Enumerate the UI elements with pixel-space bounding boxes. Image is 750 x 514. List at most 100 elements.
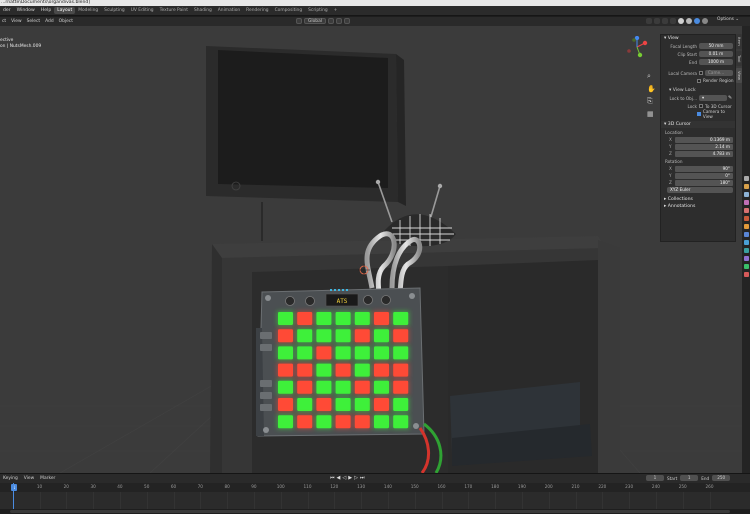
menu-window[interactable]: Window	[14, 8, 38, 13]
workspace-tab-scripting[interactable]: Scripting	[305, 7, 331, 14]
add-menu[interactable]: Add	[43, 19, 56, 24]
options-button[interactable]: Options ⌄	[715, 17, 741, 22]
render-properties-icon[interactable]	[743, 184, 749, 189]
gizmo-neg-y-icon[interactable]	[632, 38, 636, 42]
ruler-tick-label: 250	[678, 484, 687, 489]
pivot-point-icon[interactable]	[328, 18, 335, 24]
timeline-keying-menu[interactable]: Keying	[0, 476, 21, 481]
rotation-mode-dropdown[interactable]: XYZ Euler	[667, 187, 733, 193]
camera-to-view-row[interactable]: Camera to View	[661, 109, 735, 119]
render-region-row[interactable]: Render Region	[661, 77, 735, 84]
to-3d-cursor-checkbox[interactable]	[699, 104, 703, 108]
menu-file[interactable]: der	[0, 8, 14, 13]
transform-orientation-dropdown[interactable]: Global	[304, 18, 327, 24]
object-properties-icon[interactable]	[743, 224, 749, 229]
cursor-location-z-field[interactable]: 4.783 m	[675, 150, 733, 157]
clip-end-field[interactable]: 1000 m	[699, 59, 733, 65]
play-reverse-icon[interactable]: ◁	[342, 475, 346, 481]
pan-hand-icon[interactable]: ✋	[647, 85, 656, 93]
timeline-ruler[interactable]: 1102030405060708090100110120130140150160…	[0, 483, 750, 492]
workspace-tab-texture-paint[interactable]: Texture Paint	[157, 7, 191, 14]
clip-start-field[interactable]: 0.01 m	[699, 51, 733, 57]
output-properties-icon[interactable]	[743, 192, 749, 197]
workspace-tab-sculpting[interactable]: Sculpting	[101, 7, 128, 14]
view-menu[interactable]: View	[9, 19, 23, 24]
timeline-scrollbar-thumb[interactable]	[10, 510, 730, 513]
cursor-location-x-field[interactable]: 0.1369 m	[675, 136, 733, 143]
gizmo-toggle-icon[interactable]	[654, 18, 660, 24]
focal-length-field[interactable]: 50 mm	[699, 43, 733, 49]
timeline-scrollbar[interactable]	[0, 509, 750, 514]
jump-start-icon[interactable]: ⏮	[330, 475, 335, 481]
add-workspace-button[interactable]: +	[331, 7, 341, 14]
ruler-tick-label: 210	[571, 484, 580, 489]
shading-solid-icon[interactable]	[686, 18, 692, 24]
particles-properties-icon[interactable]	[743, 240, 749, 245]
render-region-checkbox[interactable]	[697, 78, 701, 83]
scene-properties-icon[interactable]	[743, 208, 749, 213]
collections-section-header[interactable]: ▸ Collections	[661, 196, 735, 203]
modifier-properties-icon[interactable]	[743, 232, 749, 237]
timeline-view-menu[interactable]: View	[21, 476, 37, 481]
current-frame-field[interactable]: 1	[646, 475, 664, 481]
jump-end-icon[interactable]: ⏭	[360, 475, 365, 481]
menu-help[interactable]: Help	[38, 8, 54, 13]
workspace-tab-rendering[interactable]: Rendering	[243, 7, 271, 14]
local-camera-checkbox[interactable]	[699, 71, 703, 75]
shading-rendered-icon[interactable]	[702, 18, 708, 24]
start-frame-field[interactable]: 1	[680, 475, 699, 481]
cursor-rotation-z-field[interactable]: 180°	[675, 179, 733, 186]
workspace-tab-shading[interactable]: Shading	[191, 7, 215, 14]
eyedropper-icon[interactable]: ✎	[727, 95, 733, 101]
prev-keyframe-icon[interactable]: ◀	[337, 475, 341, 481]
play-icon[interactable]: ▶	[348, 475, 352, 481]
data-properties-icon[interactable]	[743, 264, 749, 269]
timeline-marker-menu[interactable]: Marker	[37, 476, 58, 481]
zoom-icon[interactable]: ⌕	[647, 72, 656, 81]
3d-viewport[interactable]: ATS ective on | NutsMesh.009	[0, 26, 742, 473]
workspace-tab-modeling[interactable]: Modeling	[75, 7, 101, 14]
tool-properties-icon[interactable]	[743, 176, 749, 181]
constraints-properties-icon[interactable]	[743, 256, 749, 261]
gizmo-y-axis-icon[interactable]	[637, 52, 643, 58]
camera-to-view-checkbox[interactable]	[697, 111, 701, 116]
visibility-icon[interactable]	[646, 18, 652, 24]
material-properties-icon[interactable]	[743, 272, 749, 277]
cursor-rotation-y-field[interactable]: 0°	[675, 172, 733, 179]
cursor-location-y-field[interactable]: 2.14 m	[675, 143, 733, 150]
world-properties-icon[interactable]	[743, 216, 749, 221]
next-keyframe-icon[interactable]: ▷	[354, 475, 358, 481]
workspace-tab-compositing[interactable]: Compositing	[272, 7, 306, 14]
current-frame-indicator[interactable]: 1	[11, 484, 17, 491]
camera-view-icon[interactable]: ⎘	[647, 97, 656, 106]
overlay-toggle-icon[interactable]	[662, 18, 668, 24]
physics-properties-icon[interactable]	[743, 248, 749, 253]
shading-wireframe-icon[interactable]	[678, 18, 684, 24]
snap-icon[interactable]	[336, 18, 343, 24]
cursor-rotation-x-field[interactable]: 90°	[675, 165, 733, 172]
ortho-grid-icon[interactable]: ▦	[647, 110, 656, 118]
transform-orientation-icon[interactable]	[296, 18, 302, 24]
local-camera-field[interactable]: Came...	[705, 70, 733, 76]
proportional-edit-icon[interactable]	[344, 18, 351, 24]
mode-menu[interactable]: ct	[0, 19, 8, 24]
workspace-tab-uv-editing[interactable]: UV Editing	[128, 7, 157, 14]
lock-to-object-field[interactable]: ▾	[699, 95, 727, 101]
workspace-tab-animation[interactable]: Animation	[215, 7, 243, 14]
view-section-header[interactable]: ▾ View	[661, 35, 735, 42]
navigation-gizmo[interactable]	[626, 36, 648, 58]
pad-button-red	[393, 380, 409, 394]
annotations-section-header[interactable]: ▸ Annotations	[661, 203, 735, 210]
gizmo-x-axis-icon[interactable]	[642, 40, 648, 46]
view-layer-properties-icon[interactable]	[743, 200, 749, 205]
ruler-tick-label: 30	[90, 484, 96, 489]
select-menu[interactable]: Select	[25, 19, 43, 24]
end-frame-field[interactable]: 250	[712, 475, 731, 481]
gizmo-neg-x-icon[interactable]	[627, 49, 631, 53]
workspace-tab-layout[interactable]: Layout	[54, 7, 76, 14]
object-menu[interactable]: Object	[57, 19, 75, 24]
shading-material-icon[interactable]	[694, 18, 700, 24]
view-lock-section-header[interactable]: ▾ View Lock	[661, 87, 735, 94]
xray-toggle-icon[interactable]	[670, 18, 676, 24]
3d-cursor-section-header[interactable]: ▾ 3D Cursor	[661, 121, 735, 128]
